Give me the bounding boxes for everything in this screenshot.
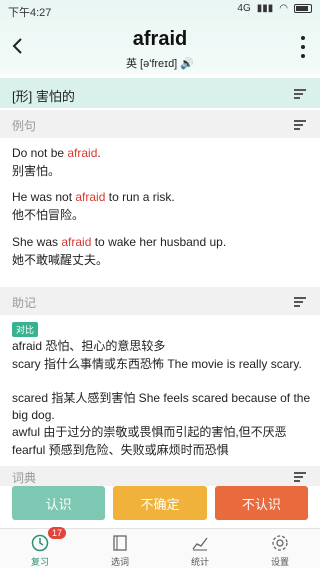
mnemonic-line: awful 由于过分的崇敬或畏惧而引起的害怕,但不厌恶 xyxy=(12,425,287,439)
header: 下午4:27 4G ▮▮▮ ◠ afraid 英 [ə'freɪd] 🔊 xyxy=(0,0,320,74)
mnemonic-line: fearful 预感到危险、失败或麻烦时而恐惧 xyxy=(12,443,229,457)
gear-icon xyxy=(272,535,288,551)
network-label: 4G xyxy=(237,3,251,14)
word-title: afraid xyxy=(132,28,188,50)
collapse-icon[interactable] xyxy=(294,89,306,99)
highlight-word: afraid xyxy=(61,235,92,249)
mnemonic-header[interactable]: 助记 xyxy=(0,287,320,315)
tab-label: 选词 xyxy=(110,557,129,567)
highlight-word: afraid xyxy=(75,190,106,204)
dictionary-header[interactable]: 词典 xyxy=(0,466,320,486)
highlight-word: afraid xyxy=(67,146,98,160)
tab-select-words[interactable]: 选词 xyxy=(80,529,160,568)
definition-bar: [形] 害怕的 xyxy=(0,78,320,108)
example-translation: 别害怕。 xyxy=(12,164,61,178)
example-item: Do not be afraid. 别害怕。 xyxy=(12,144,308,180)
tab-label: 设置 xyxy=(270,557,289,567)
review-clock-icon xyxy=(31,534,49,552)
examples-header[interactable]: 例句 xyxy=(0,110,320,138)
tab-label: 复习 xyxy=(30,557,49,567)
answer-buttons: 认识 不确定 不认识 xyxy=(12,486,308,520)
know-button[interactable]: 认识 xyxy=(12,486,106,520)
mnemonic-line: scared 指某人感到害怕 She feels scared because … xyxy=(12,391,311,422)
mnemonic-line: afraid 恐怕、担心的意思较多 xyxy=(12,339,166,353)
chart-icon xyxy=(192,537,208,551)
tab-settings[interactable]: 设置 xyxy=(240,529,320,568)
signal-icon: ▮▮▮ xyxy=(256,3,274,14)
tab-statistics[interactable]: 统计 xyxy=(160,529,240,568)
example-translation: 他不怕冒险。 xyxy=(12,208,85,222)
definition-text: [形] 害怕的 xyxy=(12,89,75,104)
unknown-button[interactable]: 不认识 xyxy=(214,486,308,520)
mnemonic-line: scary 指什么事情或东西恐怖 The movie is really sca… xyxy=(12,357,302,371)
collapse-icon[interactable] xyxy=(294,472,306,482)
tab-bar: 17 复习 选词 统计 设置 xyxy=(0,527,320,568)
section-title: 助记 xyxy=(12,296,37,310)
tab-label: 统计 xyxy=(190,557,209,567)
phonetic[interactable]: 英 [ə'freɪd] 🔊 xyxy=(0,55,320,71)
example-translation: 她不敢喊醒丈夫。 xyxy=(12,253,109,267)
section-title: 例句 xyxy=(12,119,37,133)
example-item: He was not afraid to run a risk. 他不怕冒险。 xyxy=(12,188,308,224)
tab-review[interactable]: 17 复习 xyxy=(0,527,80,568)
compare-tag: 对比 xyxy=(12,322,39,337)
review-count-badge: 17 xyxy=(48,527,67,539)
status-bar: 下午4:27 4G ▮▮▮ ◠ xyxy=(0,0,320,20)
collapse-icon[interactable] xyxy=(294,297,306,307)
status-icons: 4G ▮▮▮ ◠ xyxy=(237,3,312,14)
book-icon xyxy=(113,535,127,551)
status-time: 下午4:27 xyxy=(8,7,52,19)
collapse-icon[interactable] xyxy=(294,120,306,130)
section-title: 词典 xyxy=(12,471,37,485)
example-item: She was afraid to wake her husband up. 她… xyxy=(12,233,308,269)
more-menu-button[interactable] xyxy=(298,36,308,58)
wifi-icon: ◠ xyxy=(279,3,288,14)
unsure-button[interactable]: 不确定 xyxy=(113,486,207,520)
battery-icon xyxy=(294,4,312,13)
